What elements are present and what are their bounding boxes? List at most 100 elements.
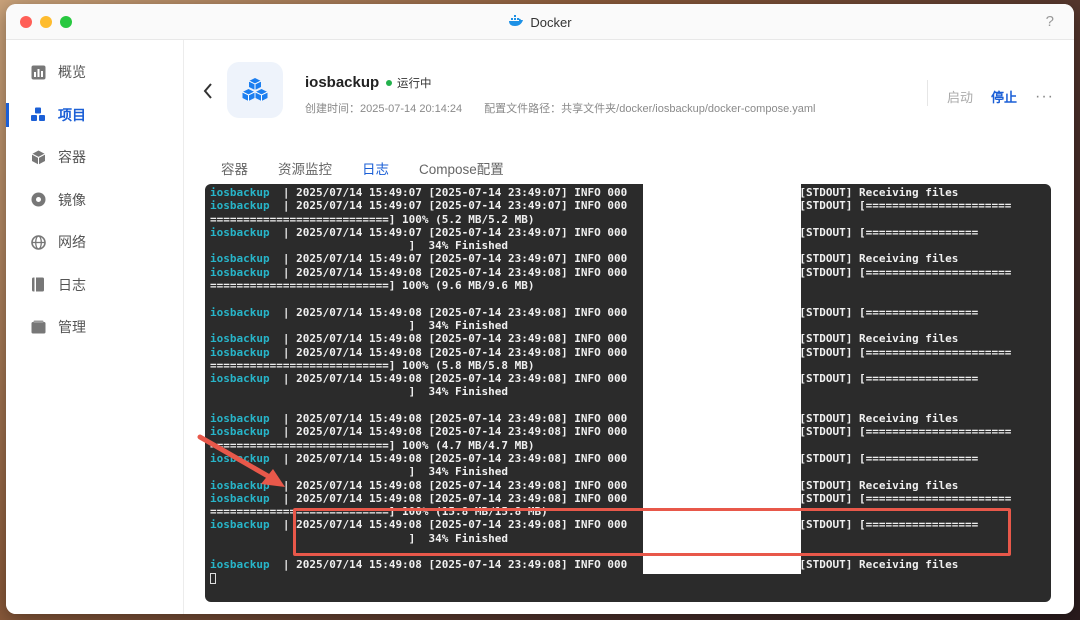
sidebar: 概览 项目 容器 镜像 网络 日志 管理 <box>6 40 184 614</box>
back-button[interactable] <box>203 82 213 105</box>
sidebar-item-label: 网络 <box>58 234 86 251</box>
sidebar-item-projects[interactable]: 项目 <box>6 94 183 137</box>
docker-window: Docker ? 概览 项目 容器 镜像 网络 日志 管理 iosbackup … <box>6 4 1074 614</box>
project-name: iosbackup <box>305 74 380 91</box>
log-text: | 2025/07/14 15:49:07 [2025-07-14 23:49:… <box>269 225 979 239</box>
more-options-button[interactable]: ··· <box>1035 88 1054 106</box>
log-line: iosbackup | 2025/07/14 15:49:07 [2025-07… <box>210 226 1046 239</box>
log-terminal[interactable]: iosbackup | 2025/07/14 15:49:07 [2025-07… <box>205 184 1051 602</box>
log-text: | 2025/07/14 15:49:08 [2025-07-14 23:49:… <box>269 425 1012 439</box>
log-text: | 2025/07/14 15:49:08 [2025-07-14 23:49:… <box>269 305 979 319</box>
log-line: ] 34% Finished <box>210 465 1046 478</box>
sidebar-item-label: 管理 <box>58 319 86 336</box>
folder-icon <box>30 319 46 335</box>
log-text: ===========================] 100% (5.8 M… <box>210 358 535 372</box>
log-text: | 2025/07/14 15:49:08 [2025-07-14 23:49:… <box>269 478 959 492</box>
sidebar-item-images[interactable]: 镜像 <box>6 179 183 222</box>
title-bar: Docker ? <box>6 4 1074 40</box>
highlight-box <box>293 508 1011 556</box>
action-divider <box>927 80 928 106</box>
project-meta: 创建时间：2025-07-14 20:14:24 配置文件路径：共享文件夹/do… <box>305 100 815 116</box>
docker-whale-icon <box>508 14 524 30</box>
sidebar-item-overview[interactable]: 概览 <box>6 51 183 94</box>
log-line: ===========================] 100% (9.6 M… <box>210 279 1046 292</box>
log-service-name: iosbackup <box>210 345 270 359</box>
log-line: iosbackup | 2025/07/14 15:49:08 [2025-07… <box>210 372 1046 385</box>
log-line: ] 34% Finished <box>210 239 1046 252</box>
log-line: ===========================] 100% (4.7 M… <box>210 439 1046 452</box>
log-text: | 2025/07/14 15:49:07 [2025-07-14 23:49:… <box>269 186 959 199</box>
log-text: ===========================] 100% (9.6 M… <box>210 279 535 293</box>
cubes-icon <box>242 78 268 101</box>
sidebar-item-network[interactable]: 网络 <box>6 221 183 264</box>
log-service-name: iosbackup <box>210 265 270 279</box>
main-content: iosbackup 运行中 创建时间：2025-07-14 20:14:24 配… <box>185 40 1074 614</box>
globe-icon <box>30 234 46 250</box>
log-text: ] 34% Finished <box>210 239 509 253</box>
log-service-name: iosbackup <box>210 518 270 532</box>
log-service-name: iosbackup <box>210 186 270 199</box>
tab-logs[interactable]: 日志 <box>362 158 389 187</box>
log-service-name: iosbackup <box>210 225 270 239</box>
sidebar-item-label: 项目 <box>58 106 86 123</box>
sidebar-item-label: 容器 <box>58 149 86 166</box>
log-text: | 2025/07/14 15:49:08 [2025-07-14 23:49:… <box>269 345 1012 359</box>
tab-compose-config[interactable]: Compose配置 <box>419 158 504 187</box>
log-text: | 2025/07/14 15:49:08 [2025-07-14 23:49:… <box>269 265 1012 279</box>
created-time: 创建时间：2025-07-14 20:14:24 <box>305 103 463 115</box>
bar-chart-icon <box>30 64 46 80</box>
log-text: | 2025/07/14 15:49:07 [2025-07-14 23:49:… <box>269 252 959 266</box>
disc-icon <box>30 192 46 208</box>
sidebar-item-label: 镜像 <box>58 191 86 208</box>
window-title: Docker <box>6 4 1074 40</box>
log-service-name: iosbackup <box>210 412 270 426</box>
tab-containers[interactable]: 容器 <box>221 158 248 187</box>
sidebar-item-manage[interactable]: 管理 <box>6 306 183 349</box>
project-actions: 启动 停止 ··· <box>947 87 1054 106</box>
log-line: ===========================] 100% (5.8 M… <box>210 359 1046 372</box>
box-icon <box>30 149 46 165</box>
config-path: 配置文件路径：共享文件夹/docker/iosbackup/docker-com… <box>484 103 816 115</box>
stop-button[interactable]: 停止 <box>991 87 1017 106</box>
annotation-arrow-icon <box>197 434 285 487</box>
start-button[interactable]: 启动 <box>947 87 973 106</box>
sidebar-item-label: 概览 <box>58 64 86 81</box>
log-line: iosbackup | 2025/07/14 15:49:07 [2025-07… <box>210 199 1046 212</box>
project-icon <box>227 62 283 118</box>
cubes-icon <box>30 107 46 123</box>
log-line: iosbackup | 2025/07/14 15:49:07 [2025-07… <box>210 186 1046 199</box>
status-text: 运行中 <box>397 78 432 90</box>
tab-resource-monitor[interactable]: 资源监控 <box>278 158 332 187</box>
log-line: iosbackup | 2025/07/14 15:49:08 [2025-07… <box>210 479 1046 492</box>
log-service-name: iosbackup <box>210 199 270 213</box>
log-line: iosbackup | 2025/07/14 15:49:08 [2025-07… <box>210 332 1046 345</box>
log-text: ] 34% Finished <box>210 385 509 399</box>
log-text: | 2025/07/14 15:49:08 [2025-07-14 23:49:… <box>269 372 979 386</box>
sidebar-item-containers[interactable]: 容器 <box>6 136 183 179</box>
log-text: | 2025/07/14 15:49:08 [2025-07-14 23:49:… <box>269 491 1012 505</box>
log-line: iosbackup | 2025/07/14 15:49:08 [2025-07… <box>210 492 1046 505</box>
log-text: | 2025/07/14 15:49:08 [2025-07-14 23:49:… <box>269 558 959 572</box>
cursor <box>210 573 216 585</box>
running-dot-icon <box>386 80 392 86</box>
log-service-name: iosbackup <box>210 372 270 386</box>
log-line: iosbackup | 2025/07/14 15:49:08 [2025-07… <box>210 266 1046 279</box>
log-service-name: iosbackup <box>210 558 270 572</box>
log-service-name: iosbackup <box>210 332 270 346</box>
sidebar-item-label: 日志 <box>58 276 86 293</box>
log-cursor-line <box>210 572 1046 585</box>
log-line: iosbackup | 2025/07/14 15:49:08 [2025-07… <box>210 558 1046 571</box>
log-line: ] 34% Finished <box>210 319 1046 332</box>
tab-bar: 容器 资源监控 日志 Compose配置 <box>221 158 504 187</box>
log-line: iosbackup | 2025/07/14 15:49:07 [2025-07… <box>210 252 1046 265</box>
status-badge: 运行中 <box>386 75 432 91</box>
sidebar-item-logs[interactable]: 日志 <box>6 264 183 307</box>
window-title-text: Docker <box>530 14 572 30</box>
log-text: | 2025/07/14 15:49:08 [2025-07-14 23:49:… <box>269 412 959 426</box>
help-button[interactable]: ? <box>1046 13 1054 30</box>
chevron-left-icon <box>203 83 212 99</box>
log-text: | 2025/07/14 15:49:08 [2025-07-14 23:49:… <box>269 332 959 346</box>
log-service-name: iosbackup <box>210 252 270 266</box>
